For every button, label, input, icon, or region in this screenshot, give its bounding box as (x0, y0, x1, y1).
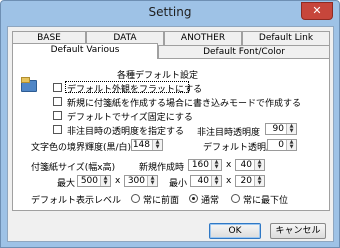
min-height-value: 20 (240, 176, 252, 186)
flat-appearance-checkbox[interactable] (53, 83, 62, 92)
flat-appearance-label: デフォルト外観をフラットにする (67, 85, 203, 95)
spin-arrows-icon[interactable]: ▲ ▼ (100, 176, 110, 186)
inactive-alpha-checkbox-label: 非注目時の透明度を指定する (67, 127, 185, 137)
border-luma-label: 文字色の境界輝度(黒/白) (31, 143, 132, 153)
window-title: Setting (148, 5, 192, 19)
tab-default-font-color[interactable]: Default Font/Color (158, 45, 330, 59)
spin-arrows-icon[interactable]: ▲ ▼ (211, 176, 221, 186)
title-bar: Setting ✕ (1, 1, 339, 26)
level-always-bottom-label: 常に最下位 (243, 196, 289, 206)
spin-arrows-icon[interactable]: ▲ ▼ (211, 160, 221, 170)
max-height-stepper[interactable]: 300 ▲ ▼ (124, 175, 158, 187)
default-alpha-stepper[interactable]: 0 ▲ ▼ (267, 139, 297, 151)
cancel-button[interactable]: キャンセル (270, 223, 326, 239)
level-always-front-label: 常に前面 (143, 196, 180, 206)
min-width-value: 40 (197, 176, 209, 186)
inactive-alpha-stepper[interactable]: 90 ▲ ▼ (265, 123, 297, 135)
settings-window: Setting ✕ BASE DATA ANOTHER Default Link… (0, 0, 340, 248)
folder-icon (21, 77, 37, 92)
fixed-size-checkbox[interactable] (53, 111, 62, 120)
new-width-stepper[interactable]: 160 ▲ ▼ (188, 159, 222, 171)
min-width-stepper[interactable]: 40 ▲ ▼ (190, 175, 222, 187)
inactive-alpha-label: 非注目時透明度 (197, 128, 261, 138)
ok-button[interactable]: OK (209, 223, 261, 239)
write-mode-label: 新規に付箋紙を作成する場合に書き込みモードで作成する (67, 99, 302, 109)
inactive-alpha-value: 90 (272, 124, 284, 134)
x-separator: x (115, 176, 121, 186)
min-label: 最小 (169, 179, 188, 189)
level-normal-label: 通常 (201, 196, 220, 206)
display-level-label: デフォルト表示レベル (31, 196, 122, 206)
level-always-front-radio[interactable] (131, 194, 140, 203)
new-height-value: 40 (240, 160, 252, 170)
dialog-client-area: BASE DATA ANOTHER Default Link Default V… (7, 26, 334, 242)
border-luma-value: 148 (132, 140, 150, 150)
tab-another[interactable]: ANOTHER (164, 31, 242, 45)
spin-arrows-icon[interactable]: ▲ ▼ (286, 140, 296, 150)
section-title: 各種デフォルト設定 (117, 71, 199, 81)
spin-arrows-icon[interactable]: ▲ ▼ (254, 176, 264, 186)
spin-arrows-icon[interactable]: ▲ ▼ (152, 140, 162, 150)
max-height-value: 300 (127, 176, 145, 186)
new-width-value: 160 (191, 160, 209, 170)
write-mode-checkbox[interactable] (53, 97, 62, 106)
border-luma-stepper[interactable]: 148 ▲ ▼ (131, 139, 163, 151)
tab-default-various[interactable]: Default Various (12, 43, 158, 59)
new-height-stepper[interactable]: 40 ▲ ▼ (235, 159, 265, 171)
new-size-label: 新規作成時 (139, 163, 185, 173)
level-normal-radio[interactable] (189, 194, 198, 203)
spin-arrows-icon[interactable]: ▲ ▼ (254, 160, 264, 170)
fixed-size-label: デフォルトでサイズ固定にする (67, 113, 193, 123)
size-label: 付箋紙サイズ(幅x高) (31, 163, 116, 173)
level-always-bottom-radio[interactable] (231, 194, 240, 203)
max-width-stepper[interactable]: 500 ▲ ▼ (77, 175, 111, 187)
spin-arrows-icon[interactable]: ▲ ▼ (147, 176, 157, 186)
min-height-stepper[interactable]: 20 ▲ ▼ (235, 175, 265, 187)
max-width-value: 500 (80, 176, 98, 186)
max-label: 最大 (57, 179, 76, 189)
inactive-alpha-checkbox[interactable] (53, 125, 62, 134)
close-button[interactable]: ✕ (301, 2, 333, 20)
default-alpha-value: 0 (278, 140, 284, 150)
x-separator: x (226, 160, 232, 170)
default-alpha-label: デフォルト透明度 (203, 143, 276, 153)
tab-default-link[interactable]: Default Link (242, 31, 330, 45)
spin-arrows-icon[interactable]: ▲ ▼ (286, 124, 296, 134)
x-separator: x (226, 176, 232, 186)
tab-panel-default-various: 各種デフォルト設定 デフォルト外観をフラットにする 新規に付箋紙を作成する場合に… (12, 58, 330, 211)
